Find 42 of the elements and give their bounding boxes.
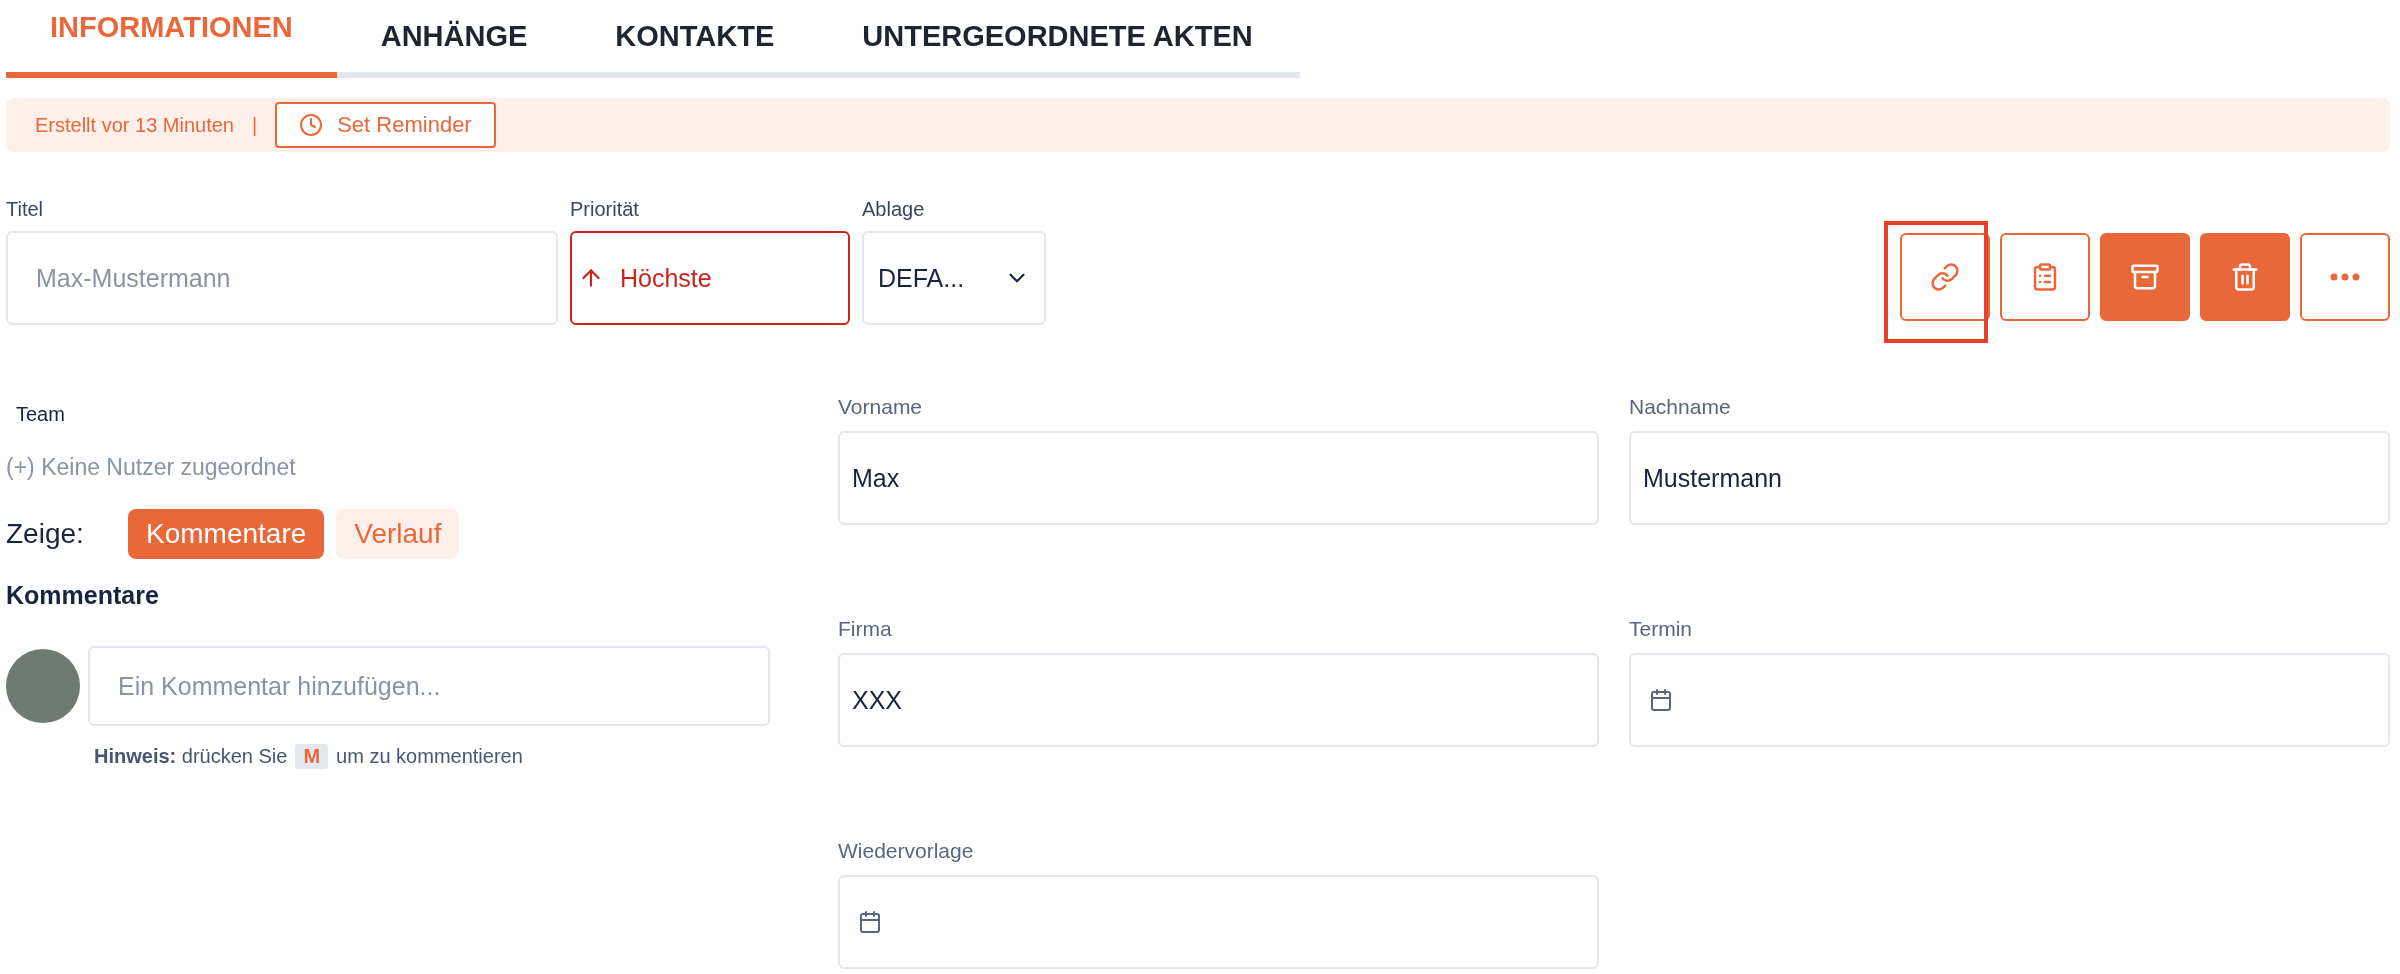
field-label: Wiedervorlage bbox=[838, 839, 975, 863]
title-input-field[interactable]: Max-Mustermann bbox=[6, 231, 558, 325]
field-label: Nachname bbox=[1629, 395, 1732, 419]
hint-text: Hinweis: drücken Sie bbox=[94, 745, 288, 768]
created-text: Erstellt vor 13 Minuten bbox=[35, 113, 234, 137]
comments-heading: Kommentare bbox=[6, 581, 160, 610]
input-field[interactable]: Mustermann bbox=[1629, 431, 2390, 525]
field-label: Priorität bbox=[570, 198, 640, 221]
separator-text: | bbox=[252, 113, 258, 137]
calendar-icon bbox=[858, 910, 882, 934]
field-label: Termin bbox=[1629, 617, 1693, 641]
key-hint: M bbox=[295, 744, 329, 769]
show-label: Zeige: bbox=[6, 518, 85, 550]
select-value: DEFA... bbox=[878, 263, 965, 293]
clock-icon bbox=[299, 113, 324, 137]
comment-input-field[interactable]: Ein Kommentar hinzufügen... bbox=[88, 646, 770, 726]
tab[interactable]: KONTAKTE bbox=[571, 0, 819, 78]
date-field[interactable] bbox=[838, 875, 1599, 969]
input-field[interactable]: Max bbox=[838, 431, 1599, 525]
trash-button[interactable] bbox=[2200, 233, 2290, 321]
storage-select[interactable]: DEFA... bbox=[862, 231, 1046, 325]
priority-value: Höchste bbox=[620, 263, 712, 293]
more-button[interactable] bbox=[2300, 233, 2390, 321]
link-icon bbox=[1930, 262, 1960, 292]
clipboard-button[interactable] bbox=[2000, 233, 2090, 321]
trash-icon bbox=[2230, 262, 2260, 292]
link-button[interactable] bbox=[1900, 233, 1990, 321]
field-label: Titel bbox=[6, 198, 45, 221]
team-label: Team bbox=[16, 403, 66, 426]
hint-text: um zu kommentieren bbox=[336, 745, 523, 768]
field-label: Ablage bbox=[862, 198, 926, 221]
date-field[interactable] bbox=[1629, 653, 2390, 747]
priority-field[interactable]: Höchste bbox=[570, 231, 850, 325]
archive-button[interactable] bbox=[2100, 233, 2190, 321]
archive-box-icon bbox=[2130, 262, 2160, 292]
more-icon bbox=[2330, 273, 2360, 281]
calendar-icon bbox=[1649, 688, 1673, 712]
input-field[interactable]: XXX bbox=[838, 653, 1599, 747]
field-label: Firma bbox=[838, 617, 893, 641]
field-label: Vorname bbox=[838, 395, 924, 419]
tab[interactable]: ANHÄNGE bbox=[336, 0, 572, 78]
tab[interactable]: UNTERGEORDNETE AKTEN bbox=[818, 0, 1297, 78]
